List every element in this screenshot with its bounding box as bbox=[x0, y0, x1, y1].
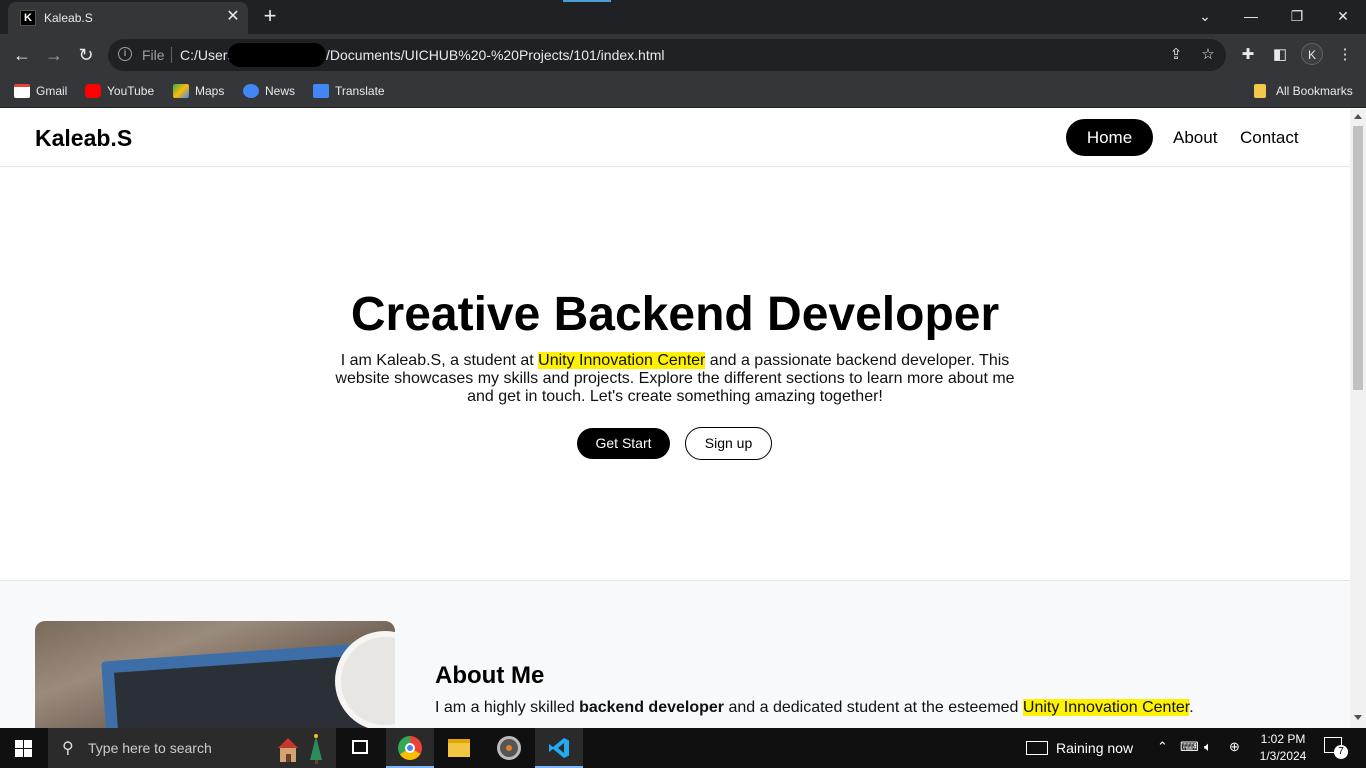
chrome-taskbar-icon[interactable] bbox=[386, 728, 434, 768]
web-page: Kaleab.S Home About Contact Creative Bac… bbox=[0, 109, 1350, 728]
network-globe-icon[interactable]: ⊕ bbox=[1229, 739, 1240, 755]
weather-widget[interactable]: Raining now bbox=[1026, 740, 1133, 756]
all-bookmarks-label: All Bookmarks bbox=[1276, 84, 1353, 98]
tab-close-icon[interactable]: ✕ bbox=[224, 8, 242, 26]
search-icon: ⚲ bbox=[62, 740, 74, 757]
nav-about-link[interactable]: About bbox=[1173, 128, 1217, 148]
bookmark-label: News bbox=[265, 84, 296, 98]
bookmark-label: Maps bbox=[195, 84, 225, 98]
tab-search-chevron-icon[interactable]: ⌄ bbox=[1190, 4, 1220, 28]
show-hidden-icons-chevron-icon[interactable]: ⌃ bbox=[1157, 739, 1168, 755]
get-start-button[interactable]: Get Start bbox=[577, 428, 670, 459]
menu-kebab-icon[interactable]: ⋮ bbox=[1334, 44, 1356, 66]
bookmark-label: YouTube bbox=[107, 84, 155, 98]
scroll-down-arrow-icon[interactable] bbox=[1354, 715, 1362, 720]
windows-start-icon[interactable] bbox=[15, 740, 32, 757]
new-tab-button[interactable]: + bbox=[258, 4, 282, 28]
tab-title: Kaleab.S bbox=[44, 11, 93, 25]
notification-count: 7 bbox=[1334, 745, 1348, 759]
windows-taskbar: ⚲ Type here to search Raining now ⌃ ⌨ 🔈︎… bbox=[0, 728, 1366, 768]
browser-toolbar: ← → ↻ i File C:/Users /Documents/UICHUB%… bbox=[0, 34, 1366, 76]
browser-tab-strip: K Kaleab.S ✕ + ⌄ — ❐ ✕ bbox=[0, 0, 1366, 34]
share-icon[interactable]: ⇪ bbox=[1166, 45, 1186, 65]
folder-icon bbox=[1254, 84, 1266, 98]
translate-icon bbox=[313, 84, 329, 98]
address-bar[interactable]: i File C:/Users /Documents/UICHUB%20-%20… bbox=[108, 39, 1226, 71]
url-path: /Documents/UICHUB%20-%20Projects/101/ind… bbox=[326, 47, 665, 63]
input-method-icon[interactable]: ⌨ bbox=[1180, 739, 1199, 755]
maps-icon bbox=[173, 84, 189, 98]
forward-arrow-icon[interactable]: → bbox=[42, 43, 66, 67]
scroll-up-arrow-icon[interactable] bbox=[1354, 114, 1362, 119]
tab-favicon-icon: K bbox=[20, 10, 36, 26]
restore-button[interactable]: ❐ bbox=[1282, 4, 1312, 28]
about-text-middle: and a dedicated student at the esteemed bbox=[724, 699, 1023, 716]
clock-time: 1:02 PM bbox=[1260, 732, 1306, 746]
back-arrow-icon[interactable]: ← bbox=[10, 43, 34, 67]
about-text-start: I am a highly skilled bbox=[435, 699, 580, 716]
nav-home-link[interactable]: Home bbox=[1066, 119, 1153, 156]
media-player-icon[interactable] bbox=[485, 728, 533, 768]
file-explorer-icon[interactable] bbox=[435, 728, 483, 768]
news-icon bbox=[243, 84, 259, 98]
vscode-taskbar-icon[interactable] bbox=[535, 728, 583, 768]
profile-avatar[interactable]: K bbox=[1301, 43, 1323, 65]
scroll-thumb[interactable] bbox=[1353, 126, 1363, 390]
url-prefix: C:/Users bbox=[180, 47, 235, 63]
browser-tab[interactable]: K Kaleab.S ✕ bbox=[8, 2, 248, 34]
scheme-label: File bbox=[142, 47, 165, 63]
about-description: I am a highly skilled backend developer … bbox=[435, 699, 1194, 717]
site-logo[interactable]: Kaleab.S bbox=[35, 125, 132, 152]
notification-center-icon[interactable]: 7 bbox=[1324, 737, 1348, 759]
taskbar-search-box[interactable]: ⚲ Type here to search bbox=[48, 728, 336, 768]
about-bold: backend developer bbox=[579, 699, 725, 716]
about-text-end: . bbox=[1189, 699, 1194, 716]
bookmark-label: Translate bbox=[335, 84, 385, 98]
hero-highlight: Unity Innovation Center bbox=[538, 352, 706, 369]
minimize-button[interactable]: — bbox=[1236, 4, 1266, 28]
nav-contact-link[interactable]: Contact bbox=[1240, 128, 1299, 148]
task-view-icon[interactable] bbox=[338, 728, 386, 768]
redaction-mask bbox=[228, 43, 326, 67]
volume-icon[interactable]: 🔈︎ bbox=[1204, 739, 1212, 755]
about-image bbox=[35, 621, 395, 728]
about-highlight: Unity Innovation Center bbox=[1022, 699, 1190, 716]
about-title: About Me bbox=[435, 662, 545, 689]
clock-date: 1/3/2024 bbox=[1259, 749, 1307, 763]
star-icon[interactable]: ☆ bbox=[1198, 45, 1218, 65]
site-navbar: Kaleab.S Home About Contact bbox=[0, 109, 1350, 167]
close-window-button[interactable]: ✕ bbox=[1328, 4, 1358, 28]
bookmarks-bar: Gmail YouTube Maps News Translate All Bo… bbox=[0, 76, 1366, 108]
address-divider bbox=[171, 47, 172, 63]
extensions-puzzle-icon[interactable]: ✚ bbox=[1237, 44, 1259, 66]
about-section: About Me I am a highly skilled backend d… bbox=[0, 580, 1350, 728]
sign-up-button[interactable]: Sign up bbox=[685, 427, 772, 460]
youtube-icon bbox=[85, 84, 101, 98]
page-scrollbar[interactable] bbox=[1350, 109, 1366, 728]
tab-indicator bbox=[563, 0, 611, 2]
gmail-icon bbox=[14, 84, 30, 98]
bookmark-label: Gmail bbox=[36, 84, 68, 98]
holiday-decoration-icon bbox=[278, 734, 322, 764]
reload-icon[interactable]: ↻ bbox=[74, 43, 98, 67]
search-placeholder: Type here to search bbox=[88, 740, 212, 756]
hero-title: Creative Backend Developer bbox=[350, 288, 1000, 341]
weather-label: Raining now bbox=[1056, 740, 1134, 756]
info-icon[interactable]: i bbox=[118, 47, 132, 61]
hero-text-start: I am Kaleab.S, a student at bbox=[340, 352, 539, 369]
side-panel-icon[interactable]: ◧ bbox=[1269, 44, 1291, 66]
hero-description: I am Kaleab.S, a student at Unity Innova… bbox=[335, 352, 1015, 406]
system-clock[interactable]: 1:02 PM 1/3/2024 bbox=[1252, 731, 1314, 765]
weather-icon bbox=[1026, 741, 1048, 755]
